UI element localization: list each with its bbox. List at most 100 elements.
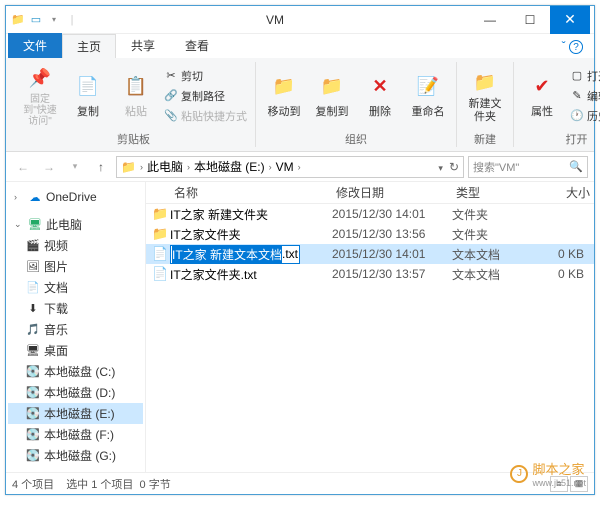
edit-icon: ✎ <box>570 89 584 103</box>
address-bar[interactable]: 📁 › 此电脑 › 本地磁盘 (E:) › VM › ▾↻ <box>116 156 464 178</box>
shortcut-icon: 📎 <box>164 109 178 123</box>
file-name: IT之家文件夹.txt <box>170 266 257 283</box>
path-icon: 🔗 <box>164 89 178 103</box>
nav-desktop[interactable]: 🖥桌面 <box>8 340 143 361</box>
properties-button[interactable]: ✔属性 <box>520 62 564 129</box>
nav-drive-e[interactable]: 💽本地磁盘 (E:) <box>8 403 143 424</box>
tab-view[interactable]: 查看 <box>170 33 224 58</box>
drive-icon: 💽 <box>26 407 40 421</box>
ribbon-collapse-button[interactable]: ˇ ? <box>551 35 594 59</box>
file-row[interactable]: 📄 IT之家 新建文本文档.txt 2015/12/30 14:01 文本文档 … <box>146 244 594 264</box>
recent-dropdown[interactable]: ▾ <box>64 156 86 178</box>
file-size: 0 KB <box>532 247 594 261</box>
music-icon: 🎵 <box>26 323 40 337</box>
file-row[interactable]: 📁 IT之家文件夹 2015/12/30 13:56 文件夹 <box>146 224 594 244</box>
nav-drive-f[interactable]: 💽本地磁盘 (F:) <box>8 424 143 445</box>
documents-icon: 📄 <box>26 281 40 295</box>
qat-props-icon[interactable]: ▭ <box>28 12 44 28</box>
chevron-icon[interactable]: › <box>267 162 274 172</box>
nav-music[interactable]: 🎵音乐 <box>8 319 143 340</box>
file-type: 文本文档 <box>452 246 532 263</box>
back-button[interactable]: ← <box>12 156 34 178</box>
chevron-icon[interactable]: › <box>185 162 192 172</box>
search-icon[interactable]: 🔍 <box>569 160 583 173</box>
desktop-icon: 🖥 <box>26 344 40 358</box>
rename-icon: 📝 <box>414 73 442 101</box>
copyto-icon: 📁 <box>318 73 346 101</box>
column-modified[interactable]: 修改日期 <box>332 184 452 201</box>
qat-separator: | <box>64 12 80 28</box>
group-new-label: 新建 <box>474 131 496 147</box>
crumb-drive[interactable]: 本地磁盘 (E:) <box>194 158 265 175</box>
new-folder-button[interactable]: 📁新建文件夹 <box>463 62 507 129</box>
column-type[interactable]: 类型 <box>452 184 532 201</box>
column-name[interactable]: 名称 <box>170 184 332 201</box>
chevron-icon[interactable]: › <box>296 162 303 172</box>
file-date: 2015/12/30 14:01 <box>332 207 452 221</box>
open-button[interactable]: ▢打开▾ <box>568 67 600 85</box>
minimize-button[interactable]: — <box>470 6 510 34</box>
maximize-button[interactable]: ☐ <box>510 6 550 34</box>
delete-button[interactable]: ✕删除 <box>358 62 402 129</box>
history-button[interactable]: 🕐历史记录 <box>568 107 600 125</box>
cut-button[interactable]: ✂剪切 <box>162 67 249 85</box>
paste-button[interactable]: 📋粘贴 <box>114 62 158 129</box>
delete-icon: ✕ <box>366 73 394 101</box>
file-date: 2015/12/30 14:01 <box>332 247 452 261</box>
file-type: 文本文档 <box>452 266 532 283</box>
file-name: IT之家文件夹 <box>170 226 241 243</box>
pin-quick-access-button[interactable]: 📌固定到"快速访问" <box>18 62 62 129</box>
file-type: 文件夹 <box>452 226 532 243</box>
refresh-button[interactable]: ↻ <box>449 160 459 174</box>
file-list-pane: 名称 修改日期 类型 大小 📁 IT之家 新建文件夹 2015/12/30 14… <box>146 182 594 472</box>
search-box[interactable]: 搜索"VM" 🔍 <box>468 156 588 178</box>
nav-downloads[interactable]: ⬇下载 <box>8 298 143 319</box>
chevron-icon[interactable]: › <box>138 162 145 172</box>
status-bar: 4 个项目 选中 1 个项目 0 字节 ≡ ▦ <box>6 472 594 494</box>
navigation-pane[interactable]: ›☁OneDrive ⌄🖥此电脑 🎬视频 🖼图片 📄文档 ⬇下载 🎵音乐 🖥桌面… <box>6 182 146 472</box>
properties-icon: ✔ <box>528 73 556 101</box>
nav-drive-c[interactable]: 💽本地磁盘 (C:) <box>8 361 143 382</box>
crumb-folder[interactable]: VM <box>276 160 294 174</box>
move-icon: 📁 <box>270 73 298 101</box>
window-title: VM <box>80 13 470 27</box>
rename-input[interactable]: IT之家 新建文本文档.txt <box>170 245 300 264</box>
nav-drive-d[interactable]: 💽本地磁盘 (D:) <box>8 382 143 403</box>
rename-button[interactable]: 📝重命名 <box>406 62 450 129</box>
watermark: J 脚本之家 www.jb51.net <box>510 459 586 488</box>
edit-button[interactable]: ✎编辑 <box>568 87 600 105</box>
cut-icon: ✂ <box>164 69 178 83</box>
file-date: 2015/12/30 13:56 <box>332 227 452 241</box>
paste-shortcut-button[interactable]: 📎粘贴快捷方式 <box>162 107 249 125</box>
cloud-icon: ☁ <box>28 190 42 204</box>
up-button[interactable]: ↑ <box>90 156 112 178</box>
title-bar: 📁 ▭ ▾ | VM — ☐ ✕ <box>6 6 594 34</box>
tab-file[interactable]: 文件 <box>8 33 62 58</box>
drive-icon: 💽 <box>26 365 40 379</box>
copy-button[interactable]: 📄复制 <box>66 62 110 129</box>
addr-dropdown-icon[interactable]: ▾ <box>438 163 443 173</box>
qat-dropdown-icon[interactable]: ▾ <box>46 12 62 28</box>
copy-path-button[interactable]: 🔗复制路径 <box>162 87 249 105</box>
move-to-button[interactable]: 📁移动到 <box>262 62 306 129</box>
nav-thispc[interactable]: ⌄🖥此电脑 <box>8 214 143 235</box>
file-row[interactable]: 📄 IT之家文件夹.txt 2015/12/30 13:57 文本文档 0 KB <box>146 264 594 284</box>
open-icon: ▢ <box>570 69 584 83</box>
group-clipboard-label: 剪贴板 <box>117 131 150 147</box>
forward-button[interactable]: → <box>38 156 60 178</box>
nav-drive-g[interactable]: 💽本地磁盘 (G:) <box>8 445 143 466</box>
column-size[interactable]: 大小 <box>532 184 594 201</box>
nav-onedrive[interactable]: ›☁OneDrive <box>8 188 143 206</box>
close-button[interactable]: ✕ <box>550 6 590 34</box>
nav-documents[interactable]: 📄文档 <box>8 277 143 298</box>
copy-to-button[interactable]: 📁复制到 <box>310 62 354 129</box>
column-headers[interactable]: 名称 修改日期 类型 大小 <box>146 182 594 204</box>
tab-share[interactable]: 共享 <box>116 33 170 58</box>
crumb-thispc[interactable]: 此电脑 <box>147 158 183 175</box>
status-item-count: 4 个项目 <box>12 476 54 492</box>
tab-home[interactable]: 主页 <box>62 34 116 58</box>
nav-pictures[interactable]: 🖼图片 <box>8 256 143 277</box>
file-row[interactable]: 📁 IT之家 新建文件夹 2015/12/30 14:01 文件夹 <box>146 204 594 224</box>
ribbon: 📌固定到"快速访问" 📄复制 📋粘贴 ✂剪切 🔗复制路径 📎粘贴快捷方式 剪贴板… <box>6 58 594 152</box>
nav-videos[interactable]: 🎬视频 <box>8 235 143 256</box>
